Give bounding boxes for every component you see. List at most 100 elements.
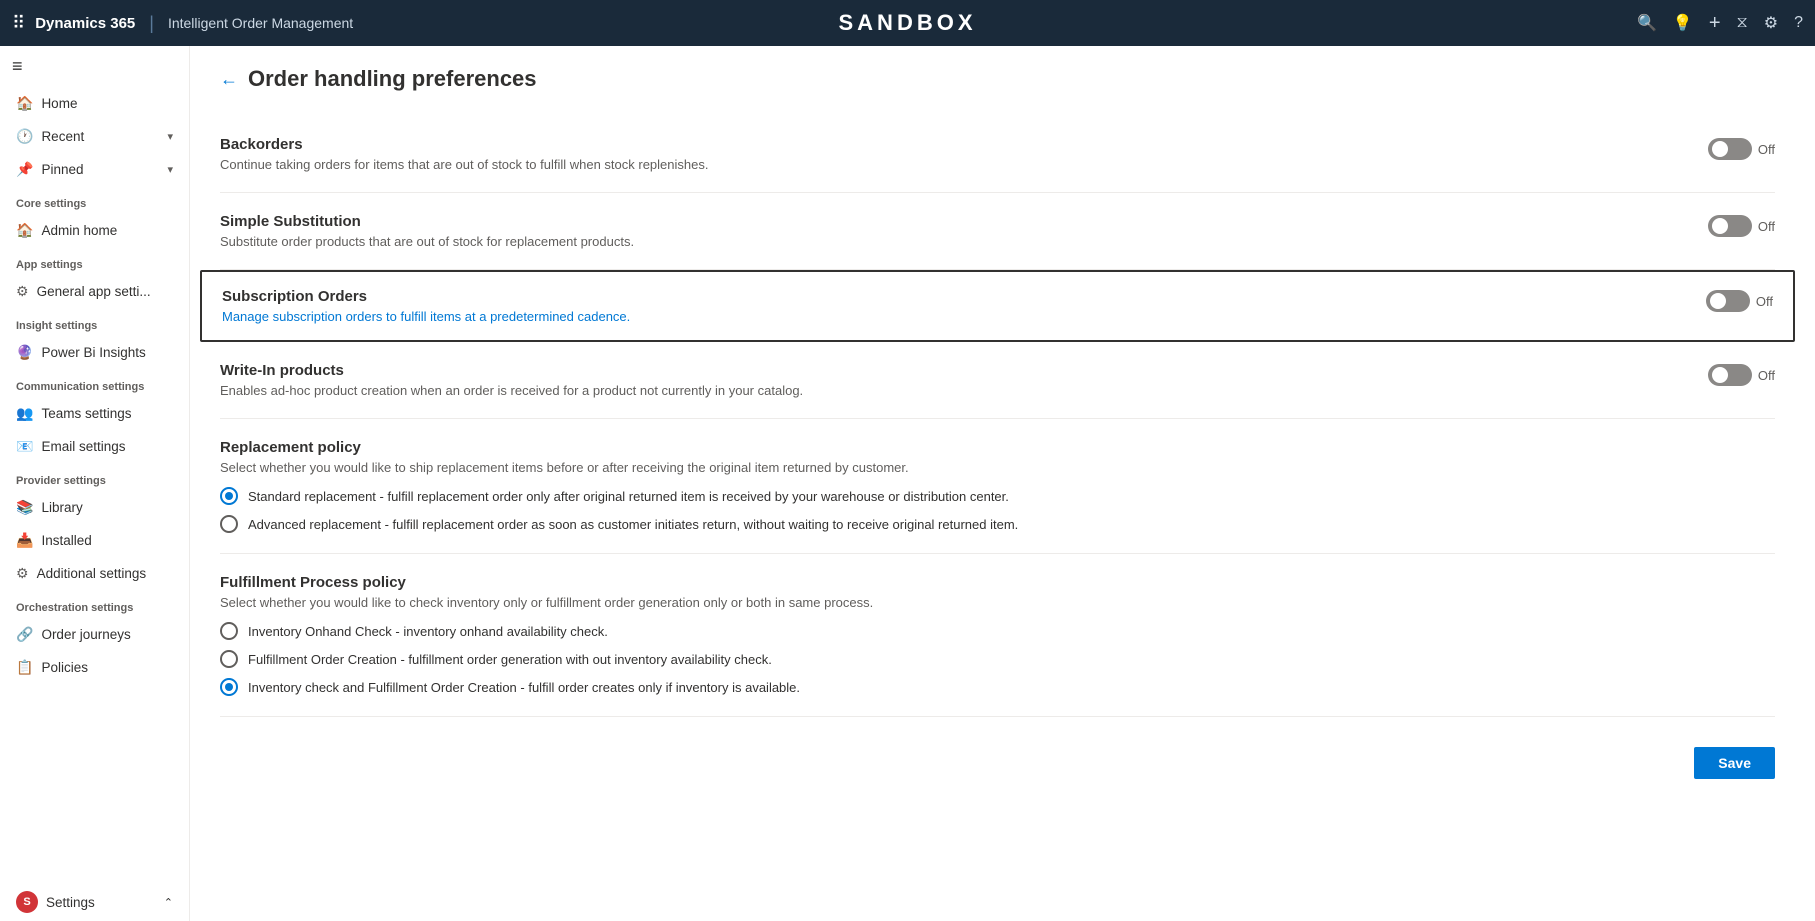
avatar: S (16, 891, 38, 913)
sidebar-item-order-journeys[interactable]: 🔗 Order journeys (0, 618, 189, 651)
sidebar-item-library[interactable]: 📚 Library (0, 491, 189, 524)
backorders-toggle-track[interactable] (1708, 138, 1752, 160)
topbar-actions: 🔍 💡 + ⧖ ⚙ ? (1637, 12, 1803, 35)
section-label-provider: Provider settings (0, 463, 189, 491)
content-area: ← Order handling preferences Backorders … (190, 46, 1815, 921)
subscription-orders-section: Subscription Orders Manage subscription … (200, 270, 1795, 342)
backorders-toggle[interactable]: Off (1708, 138, 1775, 160)
sidebar-item-power-bi[interactable]: 🔮 Power Bi Insights (0, 336, 189, 369)
subscription-orders-toggle[interactable]: Off (1706, 290, 1773, 312)
sidebar-home-label: Home (41, 96, 77, 111)
sidebar-pinned-label: Pinned (41, 162, 83, 177)
save-button[interactable]: Save (1694, 747, 1775, 779)
replacement-policy-radio-group: Standard replacement - fulfill replaceme… (220, 487, 1775, 533)
grid-icon[interactable]: ⠿ (12, 13, 25, 34)
simple-substitution-toggle-label: Off (1758, 219, 1775, 234)
sidebar-general-app-label: General app setti... (37, 284, 151, 299)
fulfillment-inventory-fulfillment-label: Inventory check and Fulfillment Order Cr… (248, 680, 800, 695)
simple-substitution-name: Simple Substitution (220, 213, 1120, 230)
write-in-products-toggle-track[interactable] (1708, 364, 1752, 386)
chevron-up-icon: ⌃ (164, 896, 173, 909)
fulfillment-inventory-onhand-label: Inventory Onhand Check - inventory onhan… (248, 624, 608, 639)
filter-icon[interactable]: ⧖ (1737, 14, 1748, 32)
gear-icon: ⚙ (16, 283, 29, 300)
radio-advanced-circle[interactable] (220, 515, 238, 533)
power-bi-icon: 🔮 (16, 344, 33, 361)
sidebar-item-admin-home[interactable]: 🏠 Admin home (0, 214, 189, 247)
sidebar-item-teams[interactable]: 👥 Teams settings (0, 397, 189, 430)
sidebar-item-general-app[interactable]: ⚙ General app setti... (0, 275, 189, 308)
backorders-desc: Continue taking orders for items that ar… (220, 157, 1120, 172)
sidebar-admin-home-label: Admin home (41, 223, 117, 238)
recent-icon: 🕐 (16, 128, 33, 145)
sidebar-item-installed[interactable]: 📥 Installed (0, 524, 189, 557)
sidebar-additional-label: Additional settings (37, 566, 147, 581)
lightbulb-icon[interactable]: 💡 (1673, 13, 1693, 33)
fulfillment-policy-radio-group: Inventory Onhand Check - inventory onhan… (220, 622, 1775, 696)
replacement-standard-label: Standard replacement - fulfill replaceme… (248, 489, 1009, 504)
hamburger-menu[interactable]: ≡ (0, 46, 189, 87)
radio-inventory-onhand-circle[interactable] (220, 622, 238, 640)
replacement-policy-section: Replacement policy Select whether you wo… (220, 419, 1775, 554)
library-icon: 📚 (16, 499, 33, 516)
sidebar-settings-label: Settings (46, 895, 95, 910)
chevron-down-icon: ▾ (167, 163, 173, 176)
simple-substitution-toggle[interactable]: Off (1708, 215, 1775, 237)
search-icon[interactable]: 🔍 (1637, 13, 1657, 33)
sidebar-item-pinned[interactable]: 📌 Pinned ▾ (0, 153, 189, 186)
sidebar-item-email[interactable]: 📧 Email settings (0, 430, 189, 463)
sidebar-item-recent[interactable]: 🕐 Recent ▾ (0, 120, 189, 153)
replacement-advanced-label: Advanced replacement - fulfill replaceme… (248, 517, 1018, 532)
help-icon[interactable]: ? (1794, 14, 1803, 32)
radio-standard-circle[interactable] (220, 487, 238, 505)
sidebar-teams-label: Teams settings (41, 406, 131, 421)
simple-substitution-desc: Substitute order products that are out o… (220, 234, 1120, 249)
section-label-insight: Insight settings (0, 308, 189, 336)
write-in-products-section: Write-In products Enables ad-hoc product… (220, 342, 1775, 419)
simple-substitution-section: Simple Substitution Substitute order pro… (220, 193, 1775, 270)
backorders-name: Backorders (220, 136, 1120, 153)
admin-home-icon: 🏠 (16, 222, 33, 239)
sidebar-policies-label: Policies (41, 660, 88, 675)
chevron-down-icon: ▾ (167, 130, 173, 143)
replacement-standard-option[interactable]: Standard replacement - fulfill replaceme… (220, 487, 1775, 505)
simple-substitution-toggle-track[interactable] (1708, 215, 1752, 237)
sidebar-item-additional[interactable]: ⚙ Additional settings (0, 557, 189, 590)
sidebar-settings-item[interactable]: S Settings ⌃ (0, 883, 189, 921)
subscription-orders-toggle-track[interactable] (1706, 290, 1750, 312)
write-in-products-name: Write-In products (220, 362, 1120, 379)
sidebar: ≡ 🏠 Home 🕐 Recent ▾ 📌 Pinned ▾ Core sett… (0, 46, 190, 921)
subscription-orders-name: Subscription Orders (222, 288, 1122, 305)
replacement-policy-desc: Select whether you would like to ship re… (220, 460, 1775, 475)
sidebar-item-policies[interactable]: 📋 Policies (0, 651, 189, 684)
brand-label: Dynamics 365 (35, 15, 135, 32)
sidebar-installed-label: Installed (41, 533, 91, 548)
sidebar-item-home[interactable]: 🏠 Home (0, 87, 189, 120)
additional-icon: ⚙ (16, 565, 29, 582)
write-in-products-toggle[interactable]: Off (1708, 364, 1775, 386)
topbar-separator: | (149, 13, 154, 34)
installed-icon: 📥 (16, 532, 33, 549)
sidebar-recent-label: Recent (41, 129, 84, 144)
app-name-label: Intelligent Order Management (168, 15, 353, 31)
fulfillment-order-creation-option[interactable]: Fulfillment Order Creation - fulfillment… (220, 650, 1775, 668)
add-icon[interactable]: + (1709, 12, 1721, 35)
radio-order-creation-circle[interactable] (220, 650, 238, 668)
section-label-orchestration: Orchestration settings (0, 590, 189, 618)
sidebar-power-bi-label: Power Bi Insights (41, 345, 145, 360)
fulfillment-inventory-fulfillment-option[interactable]: Inventory check and Fulfillment Order Cr… (220, 678, 1775, 696)
fulfillment-inventory-onhand-option[interactable]: Inventory Onhand Check - inventory onhan… (220, 622, 1775, 640)
home-icon: 🏠 (16, 95, 33, 112)
radio-inventory-fulfillment-circle[interactable] (220, 678, 238, 696)
section-label-core: Core settings (0, 186, 189, 214)
sidebar-email-label: Email settings (41, 439, 125, 454)
main-layout: ≡ 🏠 Home 🕐 Recent ▾ 📌 Pinned ▾ Core sett… (0, 46, 1815, 921)
sandbox-label: SANDBOX (838, 10, 976, 36)
replacement-advanced-option[interactable]: Advanced replacement - fulfill replaceme… (220, 515, 1775, 533)
back-button[interactable]: ← (220, 69, 238, 90)
subscription-orders-toggle-label: Off (1756, 294, 1773, 309)
settings-icon[interactable]: ⚙ (1764, 13, 1778, 33)
backorders-toggle-thumb (1712, 141, 1728, 157)
replacement-policy-label: Replacement policy (220, 439, 1775, 456)
backorders-toggle-label: Off (1758, 142, 1775, 157)
